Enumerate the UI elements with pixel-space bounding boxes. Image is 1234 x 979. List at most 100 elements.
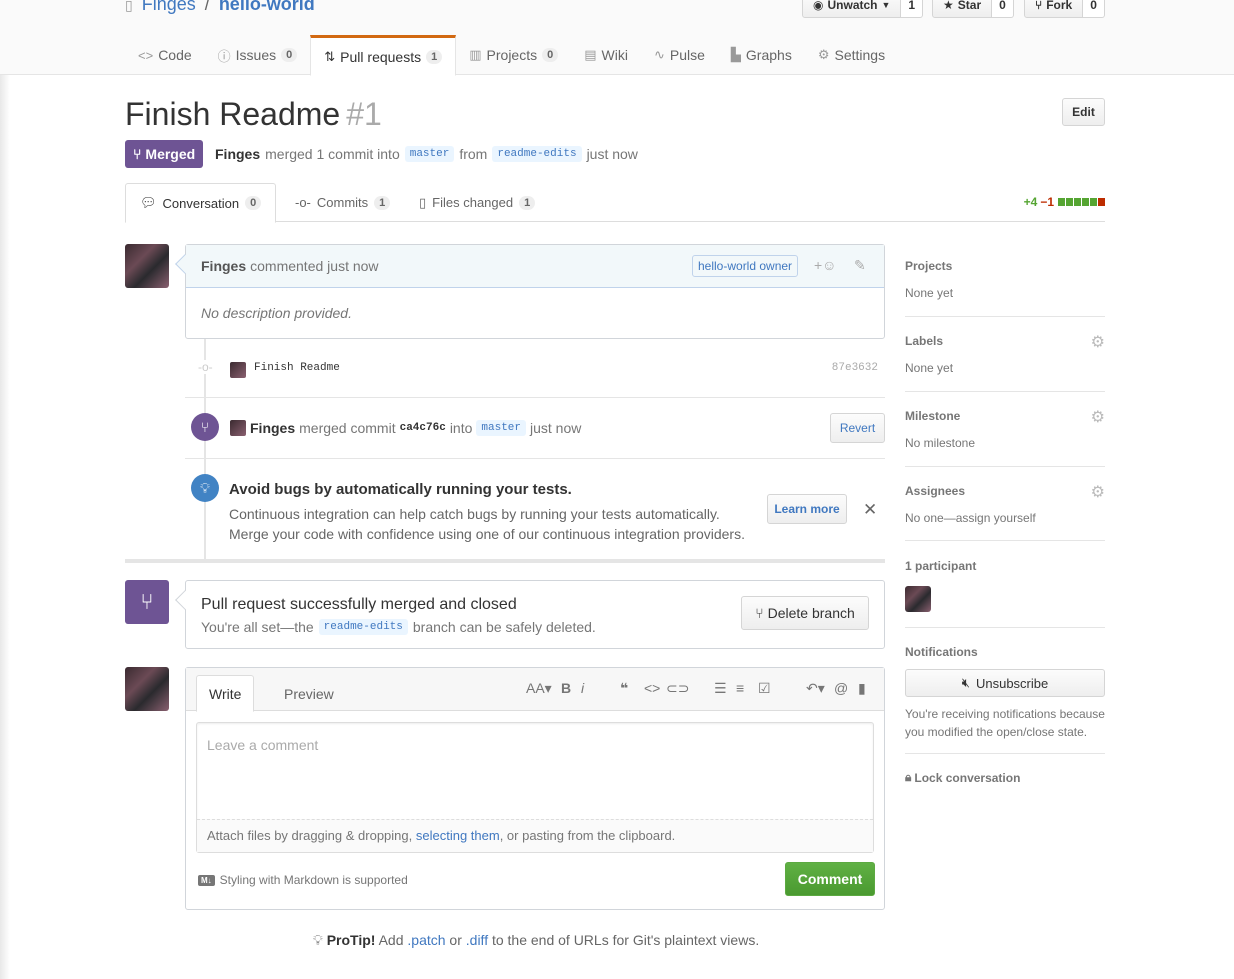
nav-code[interactable]: <> Code (125, 35, 205, 75)
lock-conversation-link[interactable]: 🔒︎ Lock conversation (905, 770, 1020, 785)
code-icon[interactable]: <> (644, 680, 660, 696)
merge-box-arrow (175, 590, 195, 610)
bookmark-icon[interactable]: ▮ (858, 680, 866, 697)
patch-link[interactable]: .patch (407, 932, 445, 948)
nav-issues[interactable]: ⓘ Issues 0 (205, 35, 311, 75)
nav-graphs[interactable]: ▙ Graphs (718, 35, 805, 75)
fork-button[interactable]: ⑂ Fork (1024, 0, 1084, 18)
assignees-value[interactable]: No one—assign yourself (905, 511, 1105, 525)
text-size-icon[interactable]: AA▾ (526, 680, 552, 697)
commit-message-link[interactable]: Finish Readme (254, 362, 340, 374)
comment-textarea[interactable]: Leave a comment Attach files by dragging… (196, 722, 874, 853)
milestone-title: Milestone (905, 409, 961, 423)
commit-icon: -o- (198, 360, 213, 374)
comment-submit-button[interactable]: Comment (785, 862, 875, 896)
diffstat-block (1098, 198, 1105, 206)
issue-icon: ⓘ (217, 48, 231, 64)
comment-time[interactable]: just now (327, 258, 378, 274)
merge-commit-sha-link[interactable]: ca4c76c (400, 422, 446, 434)
state-label: Merged (145, 146, 196, 162)
select-files-link[interactable]: selecting them (416, 828, 500, 843)
ci-line-2: Merge your code with confidence using on… (229, 526, 745, 542)
comment-body: No description provided. (201, 305, 352, 321)
comment-discussion-icon: 💬︎ (140, 195, 157, 210)
nav-wiki-label: Wiki (601, 47, 628, 63)
nav-settings-label: Settings (834, 47, 886, 63)
diffstat-block (1074, 198, 1081, 206)
link-icon[interactable]: ⊂⊃ (666, 680, 689, 697)
add-reaction-icon[interactable]: +☺ (814, 257, 836, 273)
pencil-icon[interactable]: ✎ (854, 257, 866, 274)
task-list-icon[interactable]: ☑ (758, 680, 771, 697)
gear-icon[interactable]: ⚙ (1091, 407, 1105, 427)
base-branch[interactable]: master (404, 146, 455, 162)
protip-label: ProTip! (326, 932, 376, 948)
reply-icon[interactable]: ↶▾ (806, 680, 825, 697)
merged-event: ⑂ Finges merged commit ca4c76c into mast… (185, 398, 885, 459)
head-branch[interactable]: readme-edits (492, 146, 582, 162)
nav-projects[interactable]: ▥ Projects 0 (456, 35, 571, 75)
avatar[interactable] (230, 362, 246, 378)
mention-icon[interactable]: @ (834, 680, 848, 696)
star-icon: ★ (943, 0, 954, 12)
attach-text-after: , or pasting from the clipboard. (499, 828, 676, 843)
write-tab[interactable]: Write (196, 675, 255, 712)
numbered-list-icon[interactable]: ≡ (736, 680, 744, 696)
watchers-count[interactable]: 1 (901, 0, 924, 18)
bulleted-list-icon[interactable]: ☰ (714, 680, 727, 697)
revert-button[interactable]: Revert (830, 413, 885, 443)
tab-files-changed[interactable]: ▯ Files changed 1 (405, 183, 549, 222)
merged-by-link[interactable]: Finges (250, 420, 295, 436)
preview-tab[interactable]: Preview (274, 675, 344, 712)
file-attach-area[interactable]: Attach files by dragging & dropping, sel… (197, 819, 873, 852)
nav-graphs-label: Graphs (745, 47, 792, 63)
fork-action: ⑂ Fork 0 (1024, 0, 1105, 18)
close-icon[interactable]: ✕ (863, 500, 877, 520)
merge-icon: ⑂ (133, 146, 142, 162)
diff-link[interactable]: .diff (466, 932, 488, 948)
protip-text-1: Add (378, 932, 404, 948)
merge-status-box: Pull request successfully merged and clo… (175, 580, 885, 649)
gear-icon[interactable]: ⚙ (1091, 482, 1105, 502)
nav-settings[interactable]: ⚙ Settings (805, 35, 898, 75)
sidebar-participants: 1 participant (905, 559, 1105, 628)
star-button[interactable]: ★ Star (932, 0, 993, 18)
pr-author-link[interactable]: Finges (215, 146, 260, 162)
tab-commits[interactable]: -o- Commits 1 (281, 183, 404, 222)
commit-icon: -o- (295, 195, 311, 210)
unsubscribe-button[interactable]: 🔇︎ Unsubscribe (905, 669, 1105, 697)
avatar[interactable] (125, 667, 169, 711)
merge-text: merged 1 commit into (265, 146, 400, 162)
quote-icon[interactable]: ❝ (620, 680, 628, 697)
sidebar-notifications: Notifications 🔇︎ Unsubscribe You're rece… (905, 645, 1105, 754)
repo-name-link[interactable]: hello-world (219, 0, 315, 14)
edit-title-button[interactable]: Edit (1062, 98, 1105, 126)
comment-author-link[interactable]: Finges (201, 258, 246, 274)
avatar[interactable] (125, 244, 169, 288)
labels-value: None yet (905, 361, 954, 375)
diffstat-block (1058, 198, 1065, 206)
stargazers-count[interactable]: 0 (992, 0, 1014, 18)
forks-count[interactable]: 0 (1083, 0, 1105, 18)
merged-into-branch[interactable]: master (476, 420, 526, 436)
unwatch-button[interactable]: ◉ Unwatch ▼ (802, 0, 902, 18)
nav-pulse[interactable]: ∿ Pulse (641, 35, 718, 75)
pr-number: #1 (346, 96, 382, 132)
milestone-value: No milestone (905, 436, 976, 450)
merge-status-text: You're all set—the readme-edits branch c… (201, 619, 596, 635)
merged-event-time[interactable]: just now (530, 420, 581, 436)
avatar[interactable] (905, 586, 931, 612)
italic-icon[interactable]: i (581, 680, 584, 696)
tab-conversation[interactable]: 💬︎ Conversation 0 (125, 183, 277, 223)
learn-more-button[interactable]: Learn more (767, 494, 847, 524)
bold-icon[interactable]: B (561, 680, 571, 696)
commit-sha-link[interactable]: 87e3632 (832, 362, 878, 374)
avatar[interactable] (230, 420, 246, 436)
nav-wiki[interactable]: ▤ Wiki (571, 35, 641, 75)
gear-icon[interactable]: ⚙ (1091, 332, 1105, 352)
markdown-note-text[interactable]: Styling with Markdown is supported (220, 873, 408, 887)
delete-branch-button[interactable]: ⑂ Delete branch (741, 596, 869, 630)
nav-code-label: Code (158, 47, 192, 63)
repo-owner-link[interactable]: Finges (142, 0, 196, 14)
nav-pull-requests[interactable]: ⇅ Pull requests 1 (310, 35, 457, 76)
